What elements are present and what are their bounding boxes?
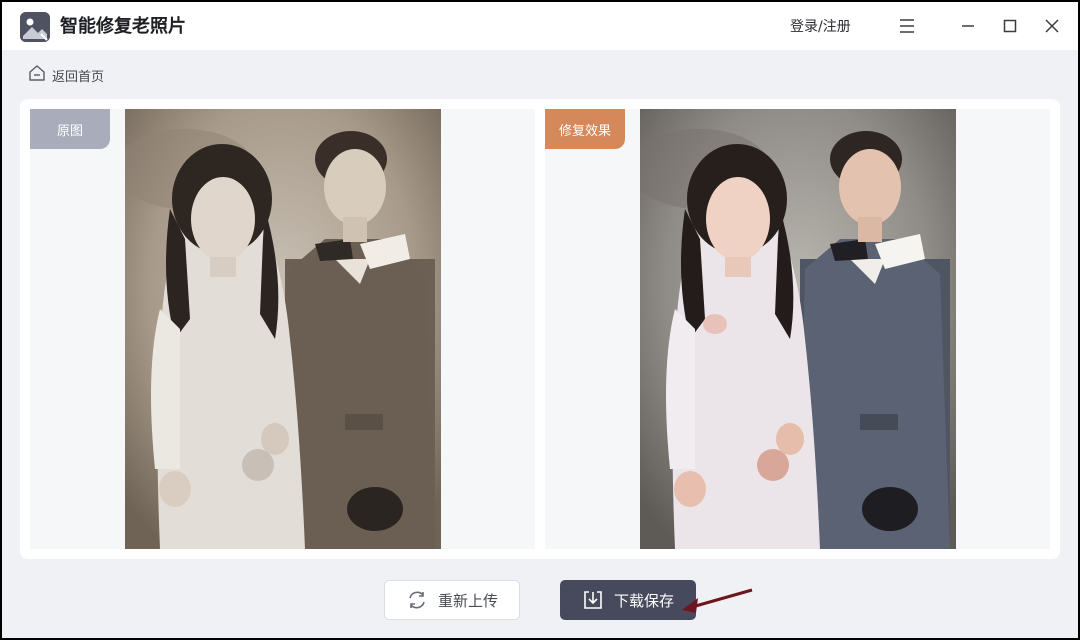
maximize-icon[interactable] <box>998 14 1022 38</box>
reupload-button[interactable]: 重新上传 <box>384 580 520 620</box>
download-save-button[interactable]: 下载保存 <box>560 580 696 620</box>
app-window: 智能修复老照片 登录/注册 返回首页 原图 修复效果 重新上传 下载保存 <box>2 2 1078 638</box>
back-home-link[interactable]: 返回首页 <box>28 64 104 86</box>
download-save-label: 下载保存 <box>613 591 674 610</box>
download-icon <box>582 589 604 611</box>
minimize-icon[interactable] <box>956 14 980 38</box>
refresh-icon <box>406 589 428 611</box>
app-logo-icon <box>20 12 50 42</box>
original-tag: 原图 <box>30 109 110 149</box>
result-panel: 修复效果 <box>545 109 1050 549</box>
menu-icon[interactable] <box>895 14 919 38</box>
result-tag: 修复效果 <box>545 109 625 149</box>
close-icon[interactable] <box>1040 14 1064 38</box>
login-register-link[interactable]: 登录/注册 <box>790 17 851 37</box>
home-icon <box>28 64 46 86</box>
back-home-label: 返回首页 <box>52 69 105 85</box>
reupload-label: 重新上传 <box>437 591 498 610</box>
annotation-arrow-icon <box>682 588 753 613</box>
restored-photo <box>640 109 956 549</box>
app-title: 智能修复老照片 <box>60 16 186 37</box>
original-photo <box>125 109 441 549</box>
original-panel: 原图 <box>30 109 535 549</box>
title-bar: 智能修复老照片 登录/注册 <box>2 2 1078 50</box>
comparison-card: 原图 修复效果 <box>20 99 1060 559</box>
